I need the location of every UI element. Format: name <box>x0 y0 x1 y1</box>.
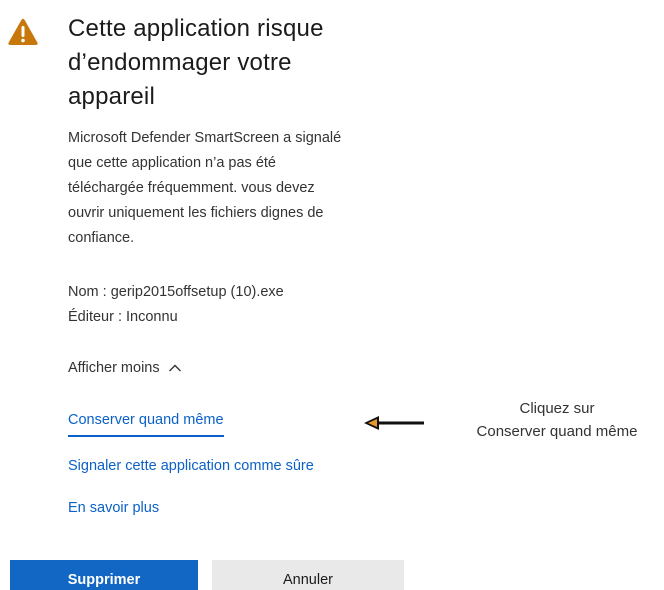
description-line: confiance. <box>68 230 135 246</box>
warning-description: Microsoft Defender SmartScreen a signalé… <box>68 126 413 251</box>
keep-anyway-link[interactable]: Conserver quand même <box>68 409 224 437</box>
publisher: Éditeur : Inconnu <box>68 309 178 325</box>
warning-triangle-icon <box>8 18 38 45</box>
chevron-up-icon <box>168 364 181 372</box>
description-line: Microsoft Defender SmartScreen a signalé <box>68 130 342 146</box>
title-line: appareil <box>68 83 155 110</box>
file-name: Nom : gerip2015offsetup (10).exe <box>68 284 284 300</box>
report-safe-link[interactable]: Signaler cette application comme sûre <box>68 455 314 477</box>
cancel-button[interactable]: Annuler <box>212 560 404 590</box>
learn-more-link[interactable]: En savoir plus <box>68 497 159 519</box>
file-info: Nom : gerip2015offsetup (10).exe Éditeur… <box>68 280 398 330</box>
instruction-annotation: Cliquez sur Conserver quand même <box>452 397 662 443</box>
description-line: que cette application n’a pas été <box>68 155 276 171</box>
show-less-label: Afficher moins <box>68 360 160 376</box>
description-line: téléchargée fréquemment. vous devez <box>68 180 315 196</box>
dialog-title: Cette application risque d’endommager vo… <box>68 12 398 114</box>
show-less-toggle[interactable]: Afficher moins <box>68 357 182 379</box>
delete-button[interactable]: Supprimer <box>10 560 198 590</box>
title-line: d’endommager votre <box>68 49 292 76</box>
smartscreen-dialog: Cette application risque d’endommager vo… <box>0 0 664 590</box>
annotation-line: Cliquez sur <box>519 400 595 417</box>
arrow-left-icon <box>364 416 424 430</box>
description-line: ouvrir uniquement les fichiers dignes de <box>68 205 324 221</box>
annotation-line: Conserver quand même <box>476 423 638 440</box>
title-line: Cette application risque <box>68 15 324 42</box>
